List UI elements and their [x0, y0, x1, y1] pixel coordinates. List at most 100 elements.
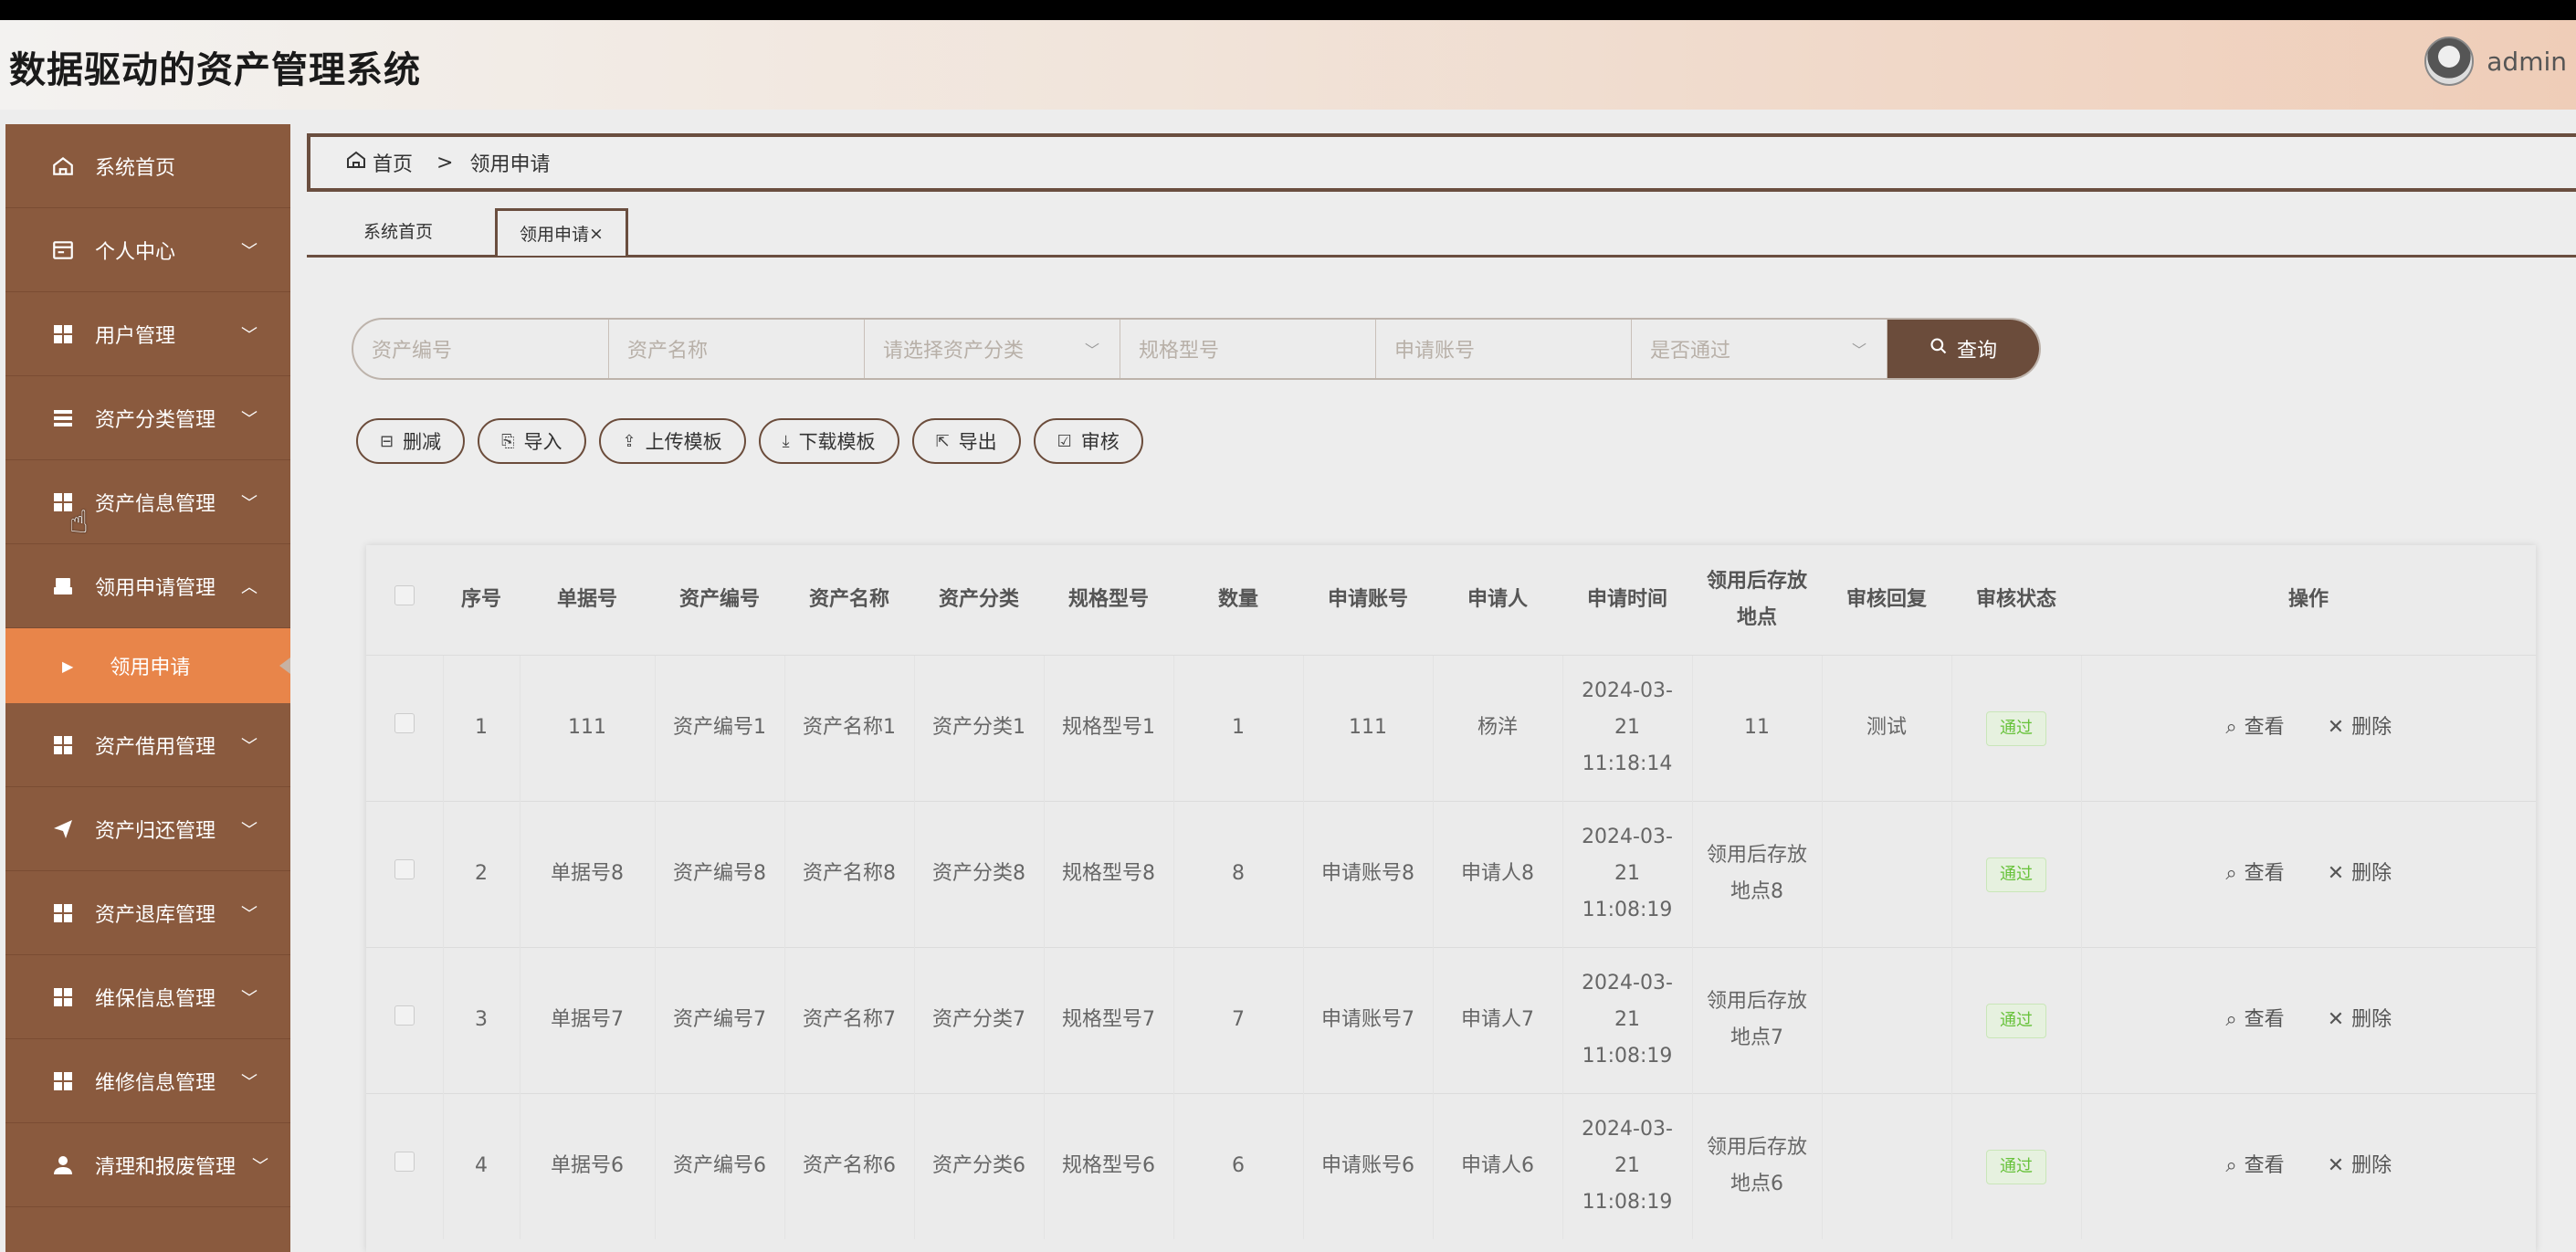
row-checkbox[interactable] — [366, 800, 443, 947]
col-applicant: 申请人 — [1467, 587, 1528, 611]
table-header-row: 序号 单据号 资产编号 资产名称 资产分类 规格型号 数量 申请账号 申请人 申… — [366, 545, 2536, 655]
cell-spec: 规格型号7 — [1043, 946, 1173, 1093]
upload-template-button[interactable]: ⇪ 上传模板 — [598, 418, 746, 464]
download-template-button[interactable]: ⤓ 下载模板 — [758, 418, 899, 464]
col-asset-no: 资产编号 — [678, 587, 760, 611]
cell-qty: 7 — [1172, 946, 1303, 1093]
row-checkbox[interactable] — [366, 946, 443, 1093]
table-row: 2 单据号8 资产编号8 资产名称8 资产分类8 规格型号8 8 申请账号8 申… — [366, 800, 2536, 947]
cell-time: 2024-03-21 11:08:19 — [1561, 1092, 1692, 1239]
sidebar-item-label: 资产退库管理 — [95, 903, 216, 927]
col-qty: 数量 — [1217, 587, 1258, 611]
sidebar-item-label: 维保信息管理 — [95, 987, 216, 1011]
sidebar-item-label: 领用申请管理 — [95, 576, 216, 600]
breadcrumb-current: 领用申请 — [469, 153, 551, 176]
sidebar-item-label: 资产归还管理 — [95, 819, 216, 843]
row-checkbox[interactable] — [366, 1092, 443, 1239]
sidebar-item-withdraw[interactable]: 资产退库管理 ﹀ — [5, 871, 290, 955]
cell-location: 11 — [1691, 654, 1822, 801]
breadcrumb-home[interactable]: 首页 — [373, 148, 413, 177]
col-spec: 规格型号 — [1067, 587, 1149, 611]
view-button[interactable]: ⌕ 查看 — [2225, 710, 2284, 746]
cell-category: 资产分类7 — [913, 946, 1044, 1093]
sidebar-item-label: 资产借用管理 — [95, 735, 216, 759]
upload-icon: ⇪ — [622, 431, 636, 451]
export-button[interactable]: ⇱ 导出 — [911, 418, 1021, 464]
query-button[interactable]: 查询 — [1887, 320, 2039, 378]
delete-row-button[interactable]: ✕ 删除 — [2328, 1002, 2392, 1038]
close-icon[interactable]: × — [589, 224, 604, 244]
sidebar-item-repair[interactable]: 维修信息管理 ﹀ — [5, 1039, 290, 1123]
category-select[interactable]: 请选择资产分类 ﹀ — [865, 320, 1120, 378]
sidebar-subitem-requisition-apply[interactable]: ▶ 领用申请 — [5, 628, 290, 703]
sidebar-item-personal[interactable]: 个人中心 ﹀ — [5, 208, 290, 292]
sidebar-item-asset-info[interactable]: 资产信息管理 ﹀ — [5, 460, 290, 544]
sidebar-item-home[interactable]: 系统首页 — [5, 124, 290, 208]
username[interactable]: admin — [2487, 47, 2567, 77]
import-button[interactable]: ⎘ 导入 — [478, 418, 586, 464]
data-table: 序号 单据号 资产编号 资产名称 资产分类 规格型号 数量 申请账号 申请人 申… — [366, 545, 2536, 1252]
hand-cursor-icon: ☝ — [69, 504, 89, 541]
sidebar-item-maintenance[interactable]: 维保信息管理 ﹀ — [5, 955, 290, 1039]
cell-account: 111 — [1302, 654, 1433, 801]
send-icon — [49, 815, 77, 843]
sidebar-item-label: 个人中心 — [95, 240, 176, 264]
breadcrumb: 首页 > 领用申请 — [307, 133, 2576, 192]
close-icon: ✕ — [2327, 1154, 2345, 1178]
spec-input[interactable]: 规格型号 — [1120, 320, 1376, 378]
table-row: 1 111 资产编号1 资产名称1 资产分类1 规格型号1 1 111 杨洋 2… — [366, 654, 2536, 801]
cell-spec: 规格型号8 — [1043, 800, 1173, 947]
col-status: 审核状态 — [1975, 587, 2056, 611]
sidebar-item-return[interactable]: 资产归还管理 ﹀ — [5, 787, 290, 871]
user-menu[interactable]: admin — [2424, 37, 2567, 86]
chevron-down-icon: ﹀ — [241, 409, 258, 429]
select-all-checkbox[interactable] — [366, 545, 443, 655]
cell-doc-no: 单据号7 — [519, 946, 655, 1093]
sidebar-item-label: 维修信息管理 — [95, 1071, 216, 1095]
grid-icon — [49, 900, 77, 927]
cell-applicant: 申请人7 — [1432, 946, 1562, 1093]
view-button[interactable]: ⌕ 查看 — [2225, 1148, 2284, 1184]
account-input[interactable]: 申请账号 — [1376, 320, 1632, 378]
sidebar-item-scrap[interactable]: 清理和报废管理 ﹀ — [5, 1123, 290, 1207]
delete-row-button[interactable]: ✕ 删除 — [2328, 856, 2392, 892]
sidebar: 系统首页 个人中心 ﹀ 用户管理 ﹀ 资产分类管理 ﹀ 资产信息管理 ﹀ 领用申… — [5, 124, 290, 1252]
sidebar-item-asset-category[interactable]: 资产分类管理 ﹀ — [5, 376, 290, 460]
cell-qty: 1 — [1172, 654, 1303, 801]
delete-button[interactable]: ⊟ 删减 — [356, 418, 466, 464]
cell-applicant: 申请人8 — [1432, 800, 1562, 947]
chevron-down-icon: ﹀ — [241, 325, 258, 345]
chevron-down-icon: ﹀ — [1851, 342, 1866, 359]
asset-no-input[interactable]: 资产编号 — [353, 320, 609, 378]
minus-square-icon: ⊟ — [380, 431, 394, 451]
tab-requisition[interactable]: 领用申请 × — [495, 208, 628, 256]
cell-status: 通过 — [1950, 946, 2081, 1093]
cell-ops: ⌕ 查看 ✕ 删除 — [2080, 1092, 2536, 1239]
chevron-down-icon: ﹀ — [241, 820, 258, 840]
tab-home[interactable]: 系统首页 — [325, 208, 471, 252]
cell-asset-name: 资产名称8 — [783, 800, 914, 947]
view-button[interactable]: ⌕ 查看 — [2225, 1002, 2284, 1038]
delete-row-button[interactable]: ✕ 删除 — [2328, 1148, 2392, 1184]
chevron-down-icon: ﹀ — [241, 736, 258, 756]
cell-doc-no: 111 — [519, 654, 655, 801]
sidebar-item-borrow[interactable]: 资产借用管理 ﹀ — [5, 703, 290, 787]
review-button[interactable]: ☑ 审核 — [1033, 418, 1143, 464]
sidebar-item-users[interactable]: 用户管理 ﹀ — [5, 292, 290, 376]
chevron-down-icon: ﹀ — [241, 988, 258, 1008]
asset-name-input[interactable]: 资产名称 — [609, 320, 865, 378]
view-button[interactable]: ⌕ 查看 — [2225, 856, 2284, 892]
search-icon: ⌕ — [2225, 862, 2237, 885]
passed-select[interactable]: 是否通过 ﹀ — [1632, 320, 1887, 378]
status-badge: 通过 — [1986, 1150, 2046, 1185]
breadcrumb-separator: > — [436, 151, 454, 174]
status-badge: 通过 — [1986, 857, 2046, 892]
cell-status: 通过 — [1950, 654, 2081, 801]
row-checkbox[interactable] — [366, 654, 443, 801]
grid-icon — [49, 984, 77, 1011]
sidebar-item-requisition[interactable]: 领用申请管理 ︿ — [5, 544, 290, 628]
close-icon: ✕ — [2327, 862, 2345, 885]
chevron-down-icon: ﹀ — [252, 1156, 268, 1176]
delete-row-button[interactable]: ✕ 删除 — [2328, 710, 2392, 746]
avatar[interactable] — [2424, 37, 2475, 86]
